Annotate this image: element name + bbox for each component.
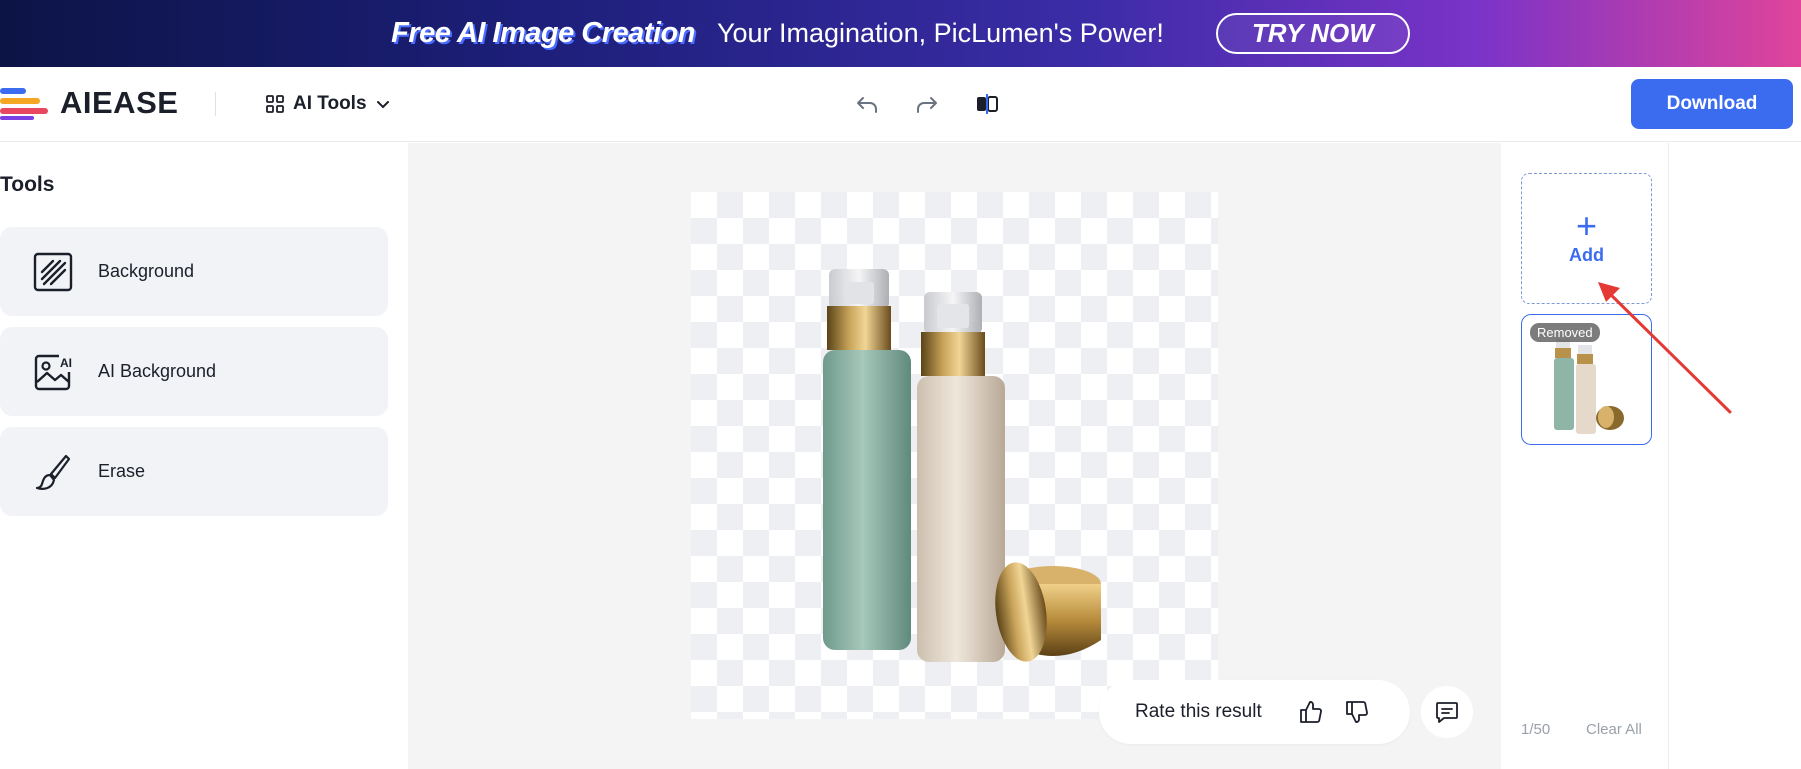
tool-label: AI Background bbox=[98, 361, 217, 381]
product-image[interactable] bbox=[691, 192, 1218, 719]
grid-icon bbox=[266, 95, 284, 113]
compare-icon[interactable] bbox=[970, 87, 1004, 121]
background-hatch-icon bbox=[30, 249, 76, 295]
feedback-button[interactable] bbox=[1421, 686, 1473, 738]
tools-panel: Tools Background AI AI Background Erase bbox=[0, 143, 408, 769]
clear-all-button[interactable]: Clear All bbox=[1586, 721, 1642, 738]
tool-label: Erase bbox=[98, 461, 146, 481]
thumbs-up-icon[interactable] bbox=[1296, 697, 1326, 727]
image-count: 1/50 bbox=[1521, 721, 1551, 738]
undo-icon[interactable] bbox=[850, 87, 884, 121]
svg-text:AI: AI bbox=[60, 356, 72, 370]
chat-icon bbox=[1436, 702, 1458, 723]
ai-background-icon: AI bbox=[30, 349, 76, 395]
tools-title: Tools bbox=[0, 173, 55, 196]
redo-icon[interactable] bbox=[910, 87, 944, 121]
tool-ai-background[interactable]: AI AI Background bbox=[0, 327, 388, 416]
promo-banner[interactable]: Free AI Image Creation Your Imagination,… bbox=[0, 0, 1801, 67]
transparent-background bbox=[691, 192, 1218, 719]
edit-toolbar bbox=[850, 87, 1004, 121]
try-now-button[interactable]: TRY NOW bbox=[1215, 13, 1410, 54]
plus-icon: + bbox=[1575, 205, 1598, 246]
logo-mark-icon bbox=[0, 86, 50, 120]
banner-subtitle: Your Imagination, PicLumen's Power! bbox=[716, 18, 1164, 48]
image-canvas: Rate this result bbox=[408, 143, 1501, 769]
rate-result-text: Rate this result bbox=[1135, 701, 1262, 722]
right-margin bbox=[1669, 143, 1801, 769]
ai-tools-menu[interactable]: AI Tools bbox=[265, 89, 391, 119]
chevron-down-icon bbox=[376, 101, 389, 109]
download-button[interactable]: Download bbox=[1631, 79, 1793, 129]
brush-icon bbox=[30, 449, 76, 495]
tool-background[interactable]: Background bbox=[0, 227, 388, 316]
ai-tools-label: AI Tools bbox=[293, 93, 367, 114]
logo-text: AIEASE bbox=[60, 85, 179, 120]
tool-label: Background bbox=[98, 261, 195, 281]
banner-title: Free AI Image Creation bbox=[391, 17, 695, 49]
thumbs-down-icon[interactable] bbox=[1342, 697, 1372, 727]
add-label: Add bbox=[1569, 245, 1604, 265]
app-header: AIEASE AI Tools Download bbox=[0, 67, 1801, 142]
annotation-arrow-icon bbox=[1598, 282, 1732, 414]
header-divider bbox=[215, 92, 216, 116]
logo[interactable]: AIEASE bbox=[0, 85, 178, 121]
rate-result-bar: Rate this result bbox=[1099, 680, 1410, 744]
history-panel: + Add Removed 1/50 Clear All bbox=[1501, 143, 1669, 769]
tool-erase[interactable]: Erase bbox=[0, 427, 388, 516]
